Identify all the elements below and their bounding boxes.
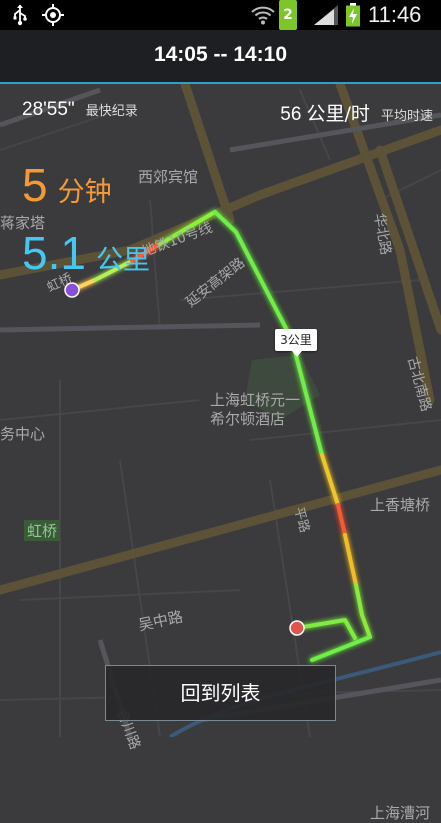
avg-speed-label: 平均时速 bbox=[380, 109, 433, 124]
map-label: 上海漕河 bbox=[370, 804, 431, 822]
fastest-value: 28'55" bbox=[22, 99, 75, 120]
battery-charging-icon bbox=[343, 0, 363, 30]
status-bar: 2 11:46 bbox=[0, 0, 441, 30]
back-to-list-button[interactable]: 回到列表 bbox=[105, 665, 336, 721]
usb-icon bbox=[8, 0, 32, 30]
km-marker[interactable]: 3公里 bbox=[275, 329, 317, 357]
gps-icon bbox=[40, 0, 66, 30]
map-label: 西郊宾馆 bbox=[138, 168, 199, 186]
duration-value: 5 bbox=[22, 159, 48, 211]
trip-duration: 5 分钟 bbox=[22, 158, 112, 212]
fastest-label: 最快纪录 bbox=[85, 104, 138, 119]
duration-unit: 分钟 bbox=[57, 177, 112, 208]
map-label: 务中心 bbox=[0, 425, 46, 443]
average-speed: 56 公里/时 平均时速 bbox=[280, 99, 433, 126]
distance-unit: 公里 bbox=[95, 245, 150, 276]
distance-value: 5.1 bbox=[22, 227, 86, 279]
route-end-marker[interactable] bbox=[289, 620, 305, 636]
map-label: 上香塘桥 bbox=[370, 496, 431, 514]
wifi-icon bbox=[250, 0, 276, 30]
trip-distance: 5.1 公里 bbox=[22, 226, 150, 280]
fastest-record: 28'55" 最快纪录 bbox=[22, 99, 138, 121]
signal-icon bbox=[311, 0, 341, 30]
map-badge: 虹桥 bbox=[24, 520, 61, 541]
map-label: 希尔顿酒店 bbox=[210, 410, 286, 428]
map-label: 上海虹桥元一 bbox=[210, 391, 301, 409]
avg-speed-value: 56 bbox=[280, 104, 302, 125]
status-time: 11:46 bbox=[368, 2, 422, 27]
page-title: 14:05 -- 14:10 bbox=[0, 30, 441, 84]
notification-badge: 2 bbox=[279, 0, 297, 30]
avg-speed-unit: 公里/时 bbox=[306, 103, 370, 125]
